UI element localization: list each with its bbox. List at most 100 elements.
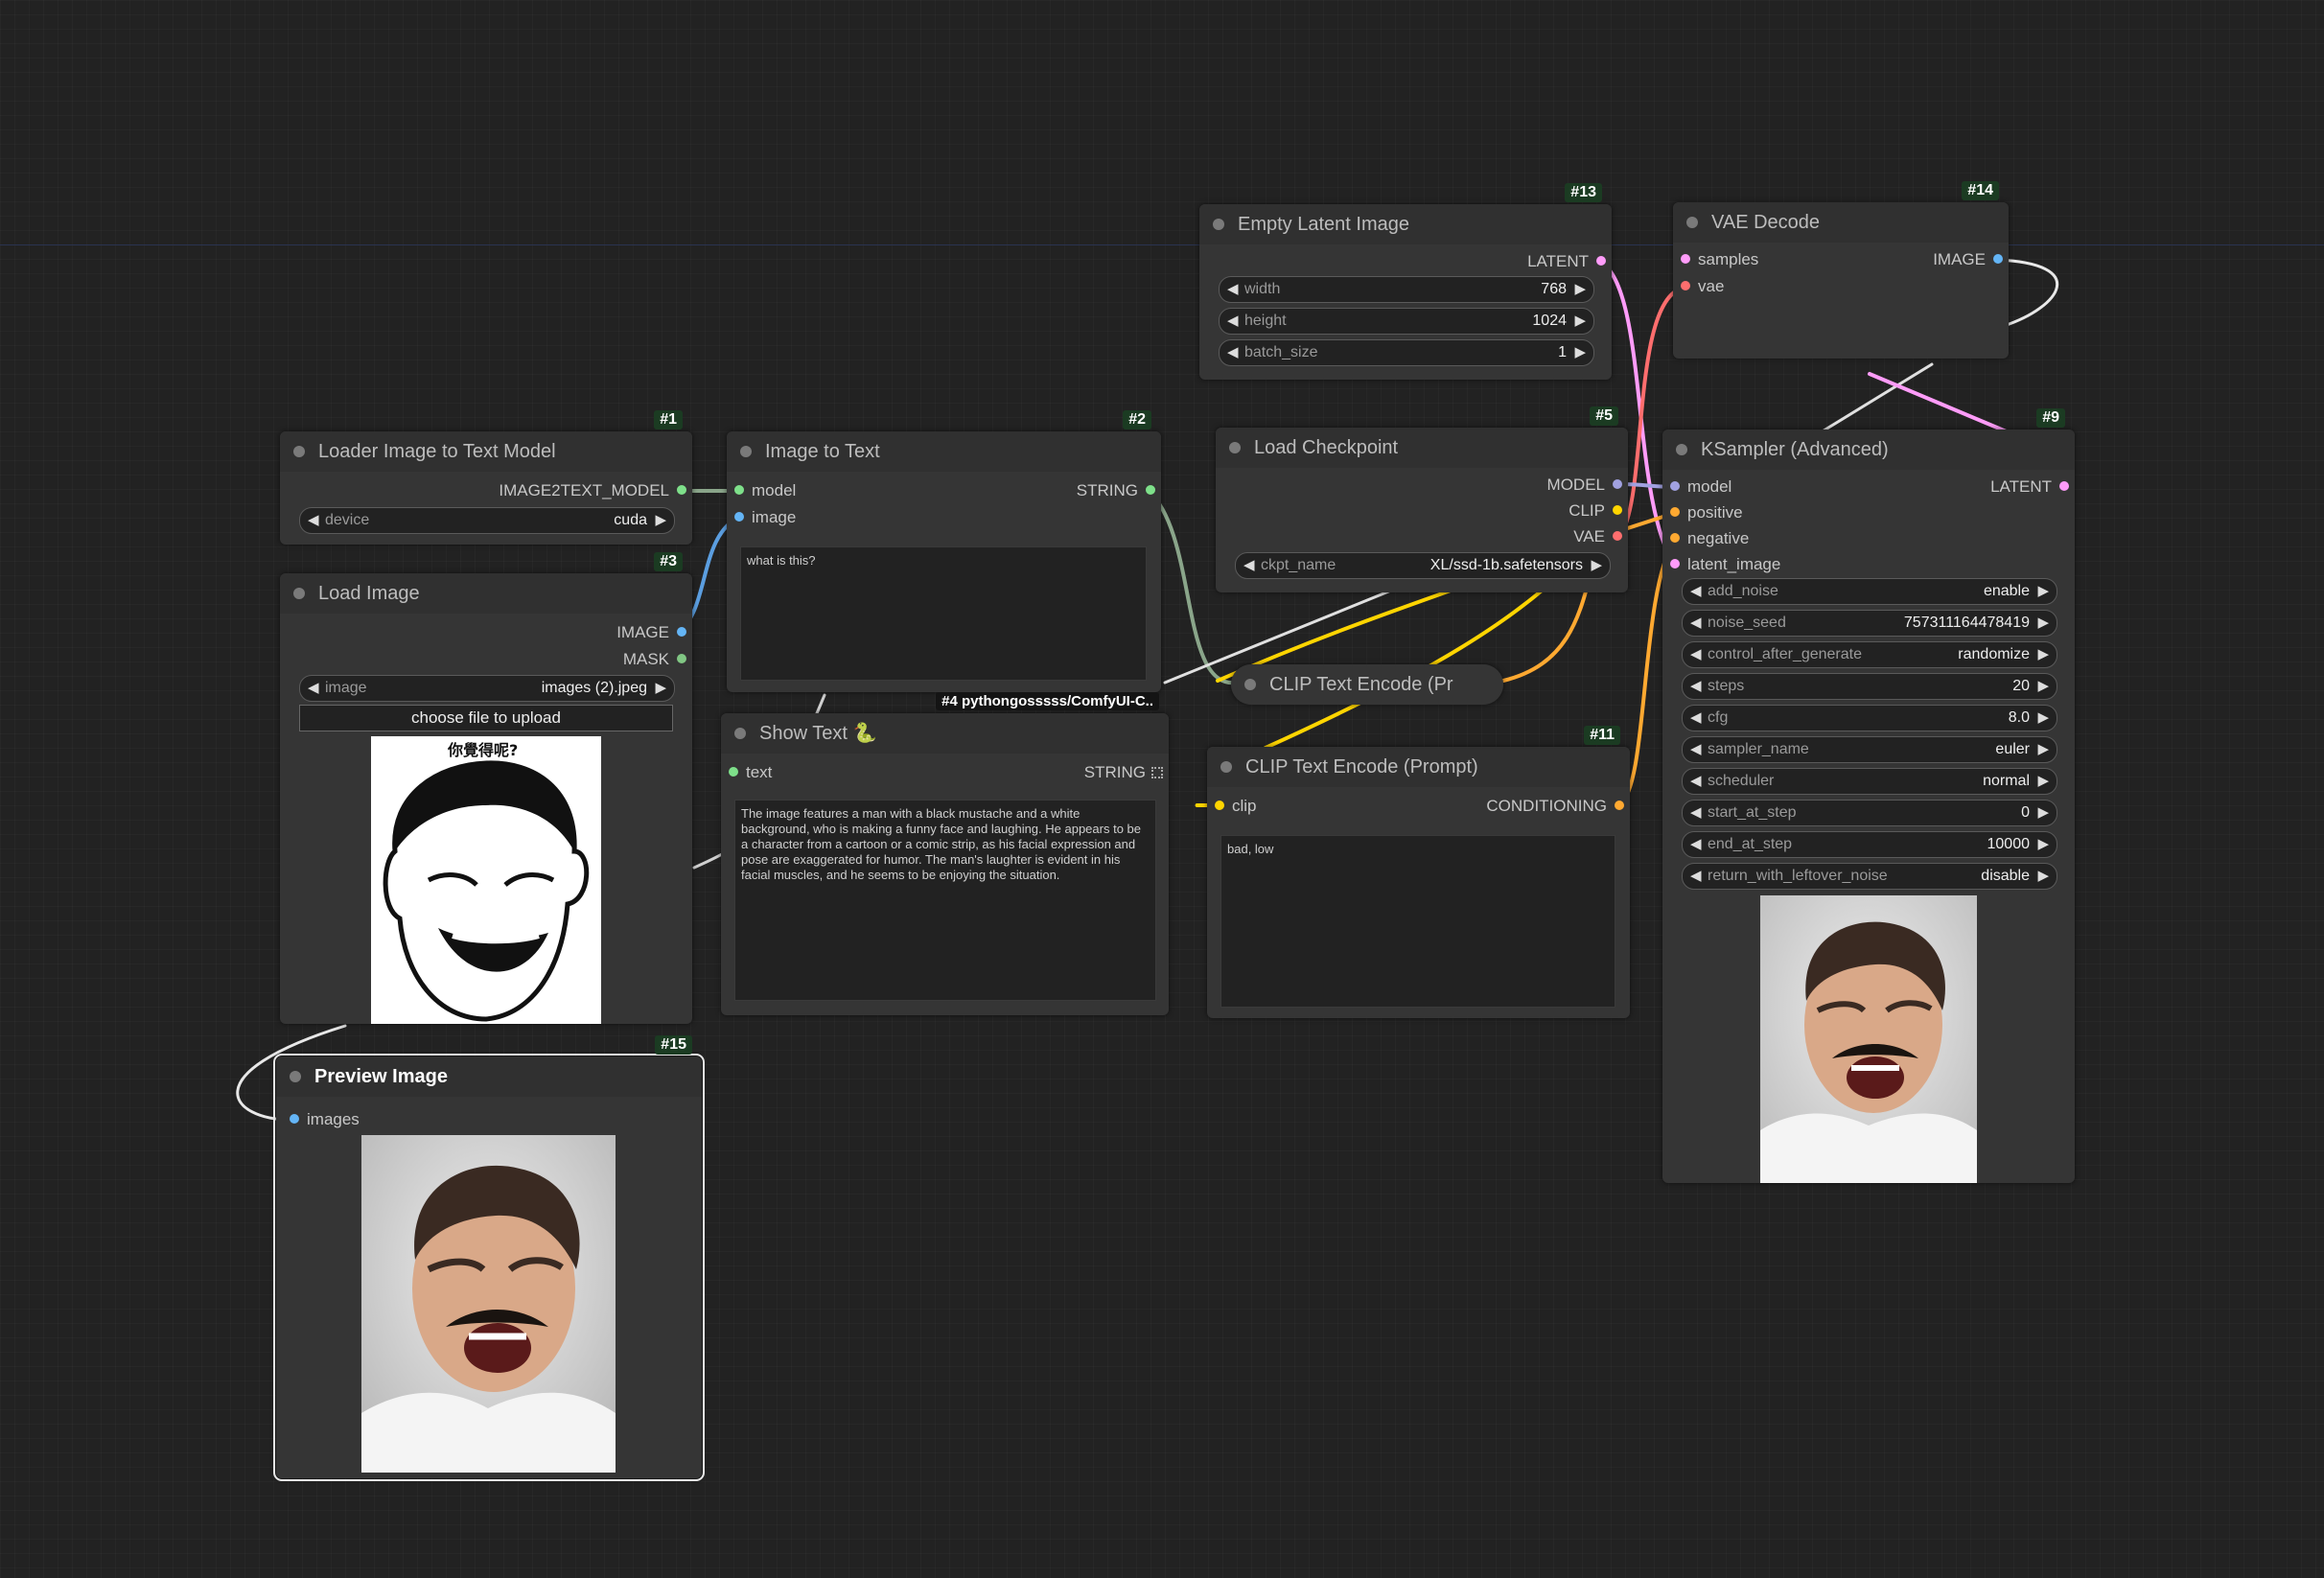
arrow-left-icon[interactable]: ◀ [308, 511, 319, 528]
widget-scheduler[interactable]: ◀ scheduler normal ▶ [1682, 768, 2057, 795]
port-dot[interactable] [729, 767, 738, 777]
arrow-left-icon[interactable]: ◀ [1690, 614, 1702, 631]
node-title[interactable]: Show Text 🐍 [721, 713, 1169, 754]
output-vae[interactable]: VAE [1573, 527, 1622, 546]
node-dot-icon[interactable] [293, 446, 305, 457]
node-dot-icon[interactable] [734, 728, 746, 739]
input-image[interactable]: image [734, 508, 796, 527]
port-dot[interactable] [734, 485, 744, 495]
show-text-output[interactable]: The image features a man with a black mu… [734, 800, 1156, 1001]
port-dot[interactable] [2059, 481, 2069, 491]
node-title[interactable]: KSampler (Advanced) [1662, 429, 2075, 470]
arrow-left-icon[interactable]: ◀ [1690, 867, 1702, 884]
arrow-left-icon[interactable]: ◀ [1690, 582, 1702, 599]
input-images[interactable]: images [290, 1110, 360, 1129]
node-empty-latent-image[interactable]: #13 Empty Latent Image LATENT ◀ width 76… [1199, 183, 1612, 380]
port-dot[interactable] [677, 627, 686, 637]
widget-image[interactable]: ◀ image images (2).jpeg ▶ [299, 675, 675, 702]
port-dot[interactable] [1613, 479, 1622, 489]
output-image[interactable]: IMAGE [1933, 250, 2003, 269]
output-conditioning[interactable]: CONDITIONING [1486, 797, 1624, 816]
output-mask[interactable]: MASK [623, 650, 686, 669]
port-dot[interactable] [1993, 254, 2003, 264]
node-title[interactable]: Empty Latent Image [1199, 204, 1612, 244]
prompt-textarea[interactable]: what is this? [740, 546, 1147, 681]
widget-ckpt-name[interactable]: ◀ ckpt_name XL/ssd-1b.safetensors ▶ [1235, 552, 1611, 579]
node-dot-icon[interactable] [740, 446, 752, 457]
arrow-left-icon[interactable]: ◀ [1243, 556, 1255, 573]
node-title[interactable]: CLIP Text Encode (Pr [1231, 664, 1503, 705]
port-dot[interactable] [1215, 801, 1224, 810]
input-model[interactable]: model [1670, 477, 1731, 497]
port-dot[interactable] [1613, 531, 1622, 541]
node-dot-icon[interactable] [1686, 217, 1698, 228]
input-samples[interactable]: samples [1681, 250, 1758, 269]
port-dot[interactable] [1146, 485, 1155, 495]
arrow-left-icon[interactable]: ◀ [1690, 835, 1702, 852]
widget-return-with-leftover-noise[interactable]: ◀ return_with_leftover_noise disable ▶ [1682, 863, 2057, 890]
node-dot-icon[interactable] [1220, 761, 1232, 773]
arrow-right-icon[interactable]: ▶ [1574, 312, 1586, 329]
port-dot[interactable] [1681, 281, 1690, 290]
output-latent[interactable]: LATENT [1527, 252, 1606, 271]
input-latent-image[interactable]: latent_image [1670, 555, 1780, 574]
node-load-checkpoint[interactable]: #5 Load Checkpoint MODEL CLIP VAE ◀ ckpt… [1216, 406, 1628, 592]
node-title[interactable]: Load Checkpoint [1216, 428, 1628, 468]
input-negative[interactable]: negative [1670, 529, 1749, 548]
widget-width[interactable]: ◀ width 768 ▶ [1219, 276, 1594, 303]
node-dot-icon[interactable] [1676, 444, 1687, 455]
output-model[interactable]: MODEL [1547, 476, 1622, 495]
arrow-left-icon[interactable]: ◀ [1690, 803, 1702, 821]
widget-sampler-name[interactable]: ◀ sampler_name euler ▶ [1682, 736, 2057, 763]
arrow-left-icon[interactable]: ◀ [1690, 772, 1702, 789]
node-vae-decode[interactable]: #14 VAE Decode samples vae IMAGE [1673, 181, 2009, 359]
widget-height[interactable]: ◀ height 1024 ▶ [1219, 308, 1594, 335]
node-loader-image-to-text-model[interactable]: #1 Loader Image to Text Model IMAGE2TEXT… [280, 410, 692, 545]
arrow-right-icon[interactable]: ▶ [2037, 772, 2049, 789]
input-vae[interactable]: vae [1681, 277, 1724, 296]
output-string[interactable]: STRING [1077, 481, 1155, 500]
port-dot[interactable] [677, 485, 686, 495]
widget-batch-size[interactable]: ◀ batch_size 1 ▶ [1219, 339, 1594, 366]
output-latent[interactable]: LATENT [1990, 477, 2069, 497]
node-title[interactable]: Loader Image to Text Model [280, 431, 692, 472]
widget-cfg[interactable]: ◀ cfg 8.0 ▶ [1682, 705, 2057, 731]
arrow-left-icon[interactable]: ◀ [1690, 740, 1702, 757]
node-dot-icon[interactable] [1213, 219, 1224, 230]
port-dot[interactable] [1670, 481, 1680, 491]
arrow-right-icon[interactable]: ▶ [1574, 280, 1586, 297]
output-image2text-model[interactable]: IMAGE2TEXT_MODEL [499, 481, 686, 500]
widget-start-at-step[interactable]: ◀ start_at_step 0 ▶ [1682, 800, 2057, 826]
node-title[interactable]: CLIP Text Encode (Prompt) [1207, 747, 1630, 787]
arrow-right-icon[interactable]: ▶ [655, 511, 666, 528]
arrow-left-icon[interactable]: ◀ [1690, 677, 1702, 694]
node-ksampler-advanced[interactable]: #9 KSampler (Advanced) model positive ne… [1662, 408, 2075, 1183]
arrow-right-icon[interactable]: ▶ [2037, 645, 2049, 662]
input-clip[interactable]: clip [1215, 797, 1257, 816]
port-dot[interactable] [734, 512, 744, 522]
node-clip-text-encode-collapsed[interactable]: CLIP Text Encode (Pr [1231, 664, 1503, 705]
widget-control-after-generate[interactable]: ◀ control_after_generate randomize ▶ [1682, 641, 2057, 668]
port-dot[interactable] [1613, 505, 1622, 515]
arrow-left-icon[interactable]: ◀ [1690, 708, 1702, 726]
negative-prompt-textarea[interactable]: bad, low [1220, 835, 1615, 1008]
input-model[interactable]: model [734, 481, 796, 500]
grip-icon[interactable] [1151, 767, 1163, 778]
node-title[interactable]: Preview Image [276, 1056, 702, 1097]
node-title[interactable]: Load Image [280, 573, 692, 614]
node-image-to-text[interactable]: #2 Image to Text model image STRING what… [727, 410, 1161, 692]
widget-device[interactable]: ◀ device cuda ▶ [299, 507, 675, 534]
arrow-right-icon[interactable]: ▶ [2037, 708, 2049, 726]
arrow-left-icon[interactable]: ◀ [1227, 312, 1239, 329]
node-clip-text-encode[interactable]: #11 CLIP Text Encode (Prompt) clip CONDI… [1207, 726, 1630, 1018]
arrow-right-icon[interactable]: ▶ [2037, 614, 2049, 631]
arrow-right-icon[interactable]: ▶ [2037, 740, 2049, 757]
port-dot[interactable] [1681, 254, 1690, 264]
upload-button[interactable]: choose file to upload [299, 705, 673, 731]
node-dot-icon[interactable] [1229, 442, 1241, 453]
arrow-left-icon[interactable]: ◀ [1227, 280, 1239, 297]
port-dot[interactable] [1615, 801, 1624, 810]
port-dot[interactable] [1670, 507, 1680, 517]
node-dot-icon[interactable] [290, 1071, 301, 1082]
arrow-right-icon[interactable]: ▶ [1574, 343, 1586, 360]
